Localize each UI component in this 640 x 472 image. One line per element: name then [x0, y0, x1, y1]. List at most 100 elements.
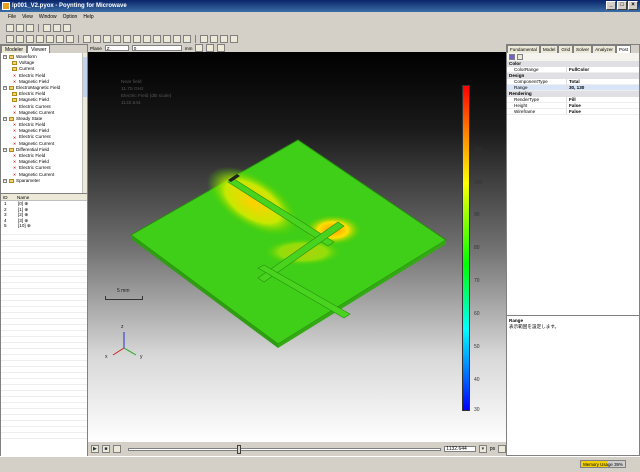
tab-solver[interactable]: Solver: [573, 45, 593, 53]
minimize-button[interactable]: _: [606, 1, 616, 10]
expand-toggle-icon[interactable]: −: [3, 86, 7, 91]
dropdown-arrow-icon[interactable]: ▾: [478, 445, 487, 453]
status-bar: Memory Usage 39%: [0, 456, 640, 472]
plane-select[interactable]: Z: [104, 45, 129, 51]
select-icon[interactable]: [6, 34, 14, 43]
column-header-name[interactable]: Name: [15, 194, 29, 200]
coordinate-input[interactable]: 0: [131, 45, 182, 51]
maximize-button[interactable]: □: [617, 1, 627, 10]
expand-toggle-icon[interactable]: −: [3, 116, 7, 121]
item-id: 5: [4, 223, 7, 228]
view-left-icon[interactable]: [113, 34, 121, 43]
property-value[interactable]: False: [567, 109, 581, 114]
folder-icon: [9, 178, 14, 183]
snapshot-icon[interactable]: [220, 34, 228, 43]
legend-tick: 40: [474, 377, 480, 383]
property-value[interactable]: 30, 130: [567, 85, 584, 90]
folder-icon: [9, 86, 14, 91]
view-front-icon[interactable]: [93, 34, 101, 43]
folder-icon: [9, 55, 14, 60]
rotate-icon[interactable]: [26, 34, 34, 43]
copy-icon[interactable]: [43, 23, 51, 32]
tree-scrollbar[interactable]: [82, 53, 87, 193]
time-slider-thumb[interactable]: [236, 444, 241, 454]
property-row[interactable]: Wireframe False: [507, 109, 639, 115]
alphabetical-icon[interactable]: [517, 54, 523, 60]
zoom-in-icon[interactable]: [36, 34, 44, 43]
tab-modeler[interactable]: Modeler: [1, 45, 28, 53]
zoom-fit-icon[interactable]: [56, 34, 64, 43]
menu-option[interactable]: Option: [63, 12, 78, 22]
list-empty-area: [1, 228, 87, 439]
plane-toggle-icon[interactable]: [217, 44, 226, 52]
export-icon[interactable]: [498, 445, 507, 453]
open-folder-icon[interactable]: [16, 23, 24, 32]
print-icon[interactable]: [63, 23, 71, 32]
unavailable-icon: ✕: [12, 140, 17, 146]
new-file-icon[interactable]: [6, 23, 14, 32]
view-back-icon[interactable]: [103, 34, 111, 43]
settings-tabs: Fundamental Model Grid Solver Analyzer P…: [507, 45, 639, 53]
grid-icon[interactable]: [200, 34, 208, 43]
main-toolbar: [0, 22, 640, 33]
property-key: Range: [507, 85, 567, 90]
arrow-right-icon[interactable]: [183, 34, 191, 43]
property-value[interactable]: False: [567, 103, 581, 108]
tree-item-label: Sparameter: [16, 177, 41, 183]
menu-help[interactable]: Help: [83, 12, 93, 22]
list-header: ID Name: [1, 194, 87, 201]
legend-tick: 70: [474, 278, 480, 284]
plane-up-icon[interactable]: [195, 44, 204, 52]
arrow-up-icon[interactable]: [153, 34, 161, 43]
view-right-icon[interactable]: [123, 34, 131, 43]
zoom-out-icon[interactable]: [46, 34, 54, 43]
tab-viewer[interactable]: Viewer: [27, 45, 51, 53]
tab-grid[interactable]: Grid: [558, 45, 574, 53]
3d-viewport[interactable]: Near field 11.75 GHz Electric Field (dB …: [88, 52, 506, 442]
categorized-icon[interactable]: [509, 54, 515, 60]
property-key: RenderType: [507, 97, 567, 102]
arrow-left-icon[interactable]: [173, 34, 181, 43]
tab-analyzer[interactable]: Analyzer: [592, 45, 616, 53]
column-header-id[interactable]: ID: [1, 194, 15, 200]
record-icon[interactable]: [112, 445, 121, 453]
folder-icon: [12, 92, 17, 97]
save-icon[interactable]: [26, 23, 34, 32]
property-value[interactable]: Total: [567, 79, 580, 84]
scrollbar-thumb[interactable]: [83, 57, 87, 97]
left-panel: Modeler Viewer − Waveform Voltage Current ✕ E…: [0, 44, 88, 462]
axis-x: [112, 347, 125, 356]
view-top-icon[interactable]: [133, 34, 141, 43]
axis-y-label: y: [140, 354, 143, 360]
play-icon[interactable]: ▶: [91, 445, 99, 453]
expand-toggle-icon[interactable]: −: [3, 147, 7, 152]
expand-toggle-icon[interactable]: −: [3, 55, 7, 60]
plane-down-icon[interactable]: [206, 44, 215, 52]
tree-item[interactable]: − Sparameter: [1, 178, 87, 184]
paste-icon[interactable]: [53, 23, 61, 32]
view-bottom-icon[interactable]: [143, 34, 151, 43]
stop-icon[interactable]: ■: [101, 445, 110, 453]
close-button[interactable]: ×: [628, 1, 638, 10]
tab-post[interactable]: Post: [615, 45, 632, 53]
mesh-icon[interactable]: [210, 34, 218, 43]
tab-fundamental[interactable]: Fundamental: [507, 45, 540, 53]
expand-toggle-icon[interactable]: −: [3, 178, 7, 183]
toolbar-divider: [195, 34, 196, 43]
property-value[interactable]: FullColor: [567, 67, 589, 72]
tab-model[interactable]: Model: [539, 45, 559, 53]
arrow-down-icon[interactable]: [163, 34, 171, 43]
time-value-field[interactable]: 1132.644: [444, 446, 476, 452]
light-icon[interactable]: [66, 34, 74, 43]
property-value[interactable]: Fill: [567, 97, 576, 102]
menu-file[interactable]: File: [8, 12, 16, 22]
settings-icon[interactable]: [230, 34, 238, 43]
time-slider[interactable]: [127, 444, 442, 454]
scale-label: 5 mm: [117, 288, 130, 294]
menu-view[interactable]: View: [22, 12, 33, 22]
probe-list: ID Name 1 [0] ⊕ 2 [1] ⊕ 3 [2] ⊕ 4 [3] ⊕ 5 [10] ⊕: [1, 193, 87, 439]
view-iso-icon[interactable]: [83, 34, 91, 43]
unavailable-icon: ✕: [12, 109, 17, 115]
menu-window[interactable]: Window: [39, 12, 57, 22]
move-icon[interactable]: [16, 34, 24, 43]
